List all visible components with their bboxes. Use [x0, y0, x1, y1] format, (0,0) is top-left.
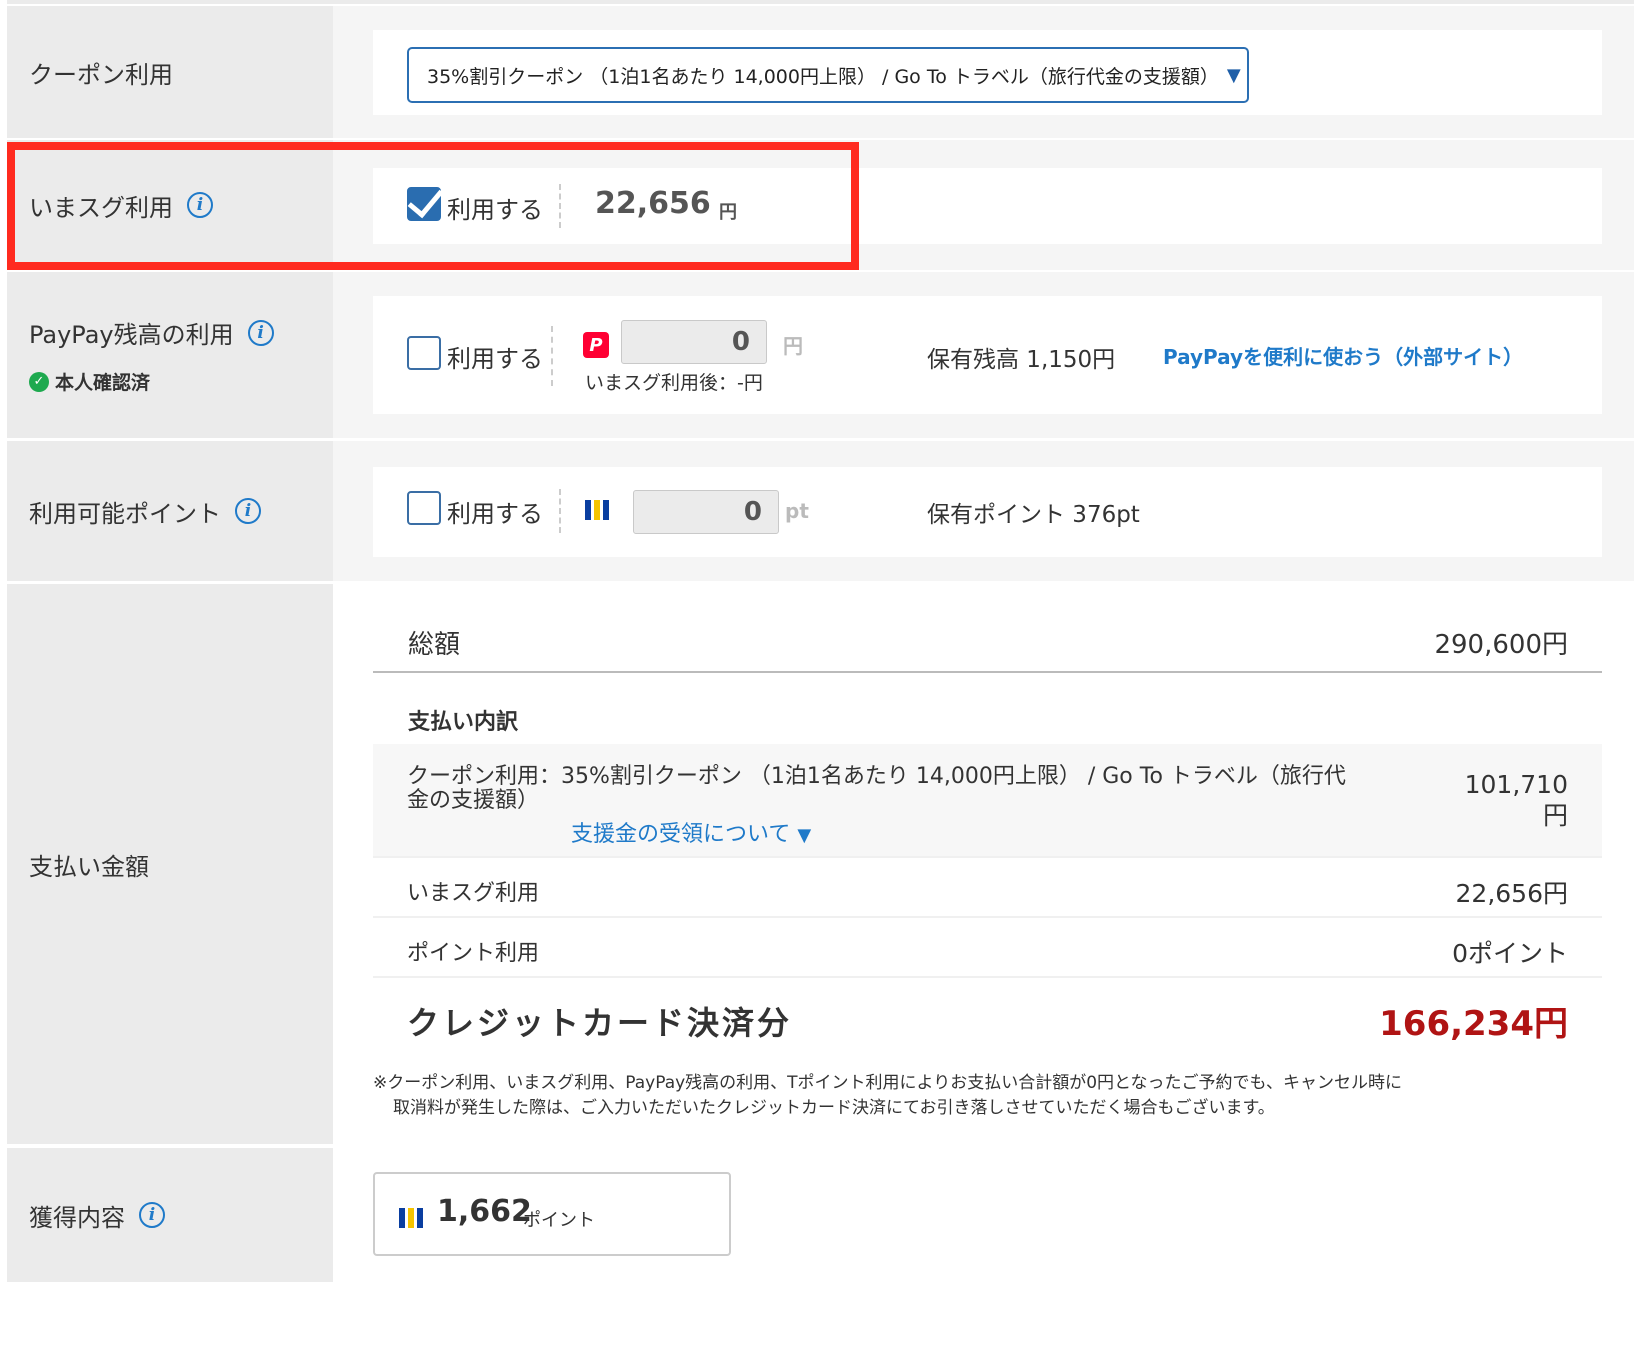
- total-divider: [373, 671, 1602, 673]
- info-icon[interactable]: i: [247, 319, 274, 346]
- payment-row: 支払い金額 総額 290,600円 支払い内訳 クーポン利用：35%割引クーポン…: [7, 584, 1634, 1144]
- point-breakdown-row: ポイント利用 0ポイント: [373, 920, 1602, 978]
- points-panel: 利用する 0 pt 保有ポイント 376pt: [373, 467, 1602, 557]
- paypay-panel: 利用する P 0 円 いまスグ利用後：-円 保有残高 1,150円 PayPay…: [373, 296, 1602, 414]
- paypay-label: PayPay残高の利用: [29, 321, 234, 349]
- points-row-label: 利用可能ポイント i: [7, 441, 333, 581]
- chevron-down-icon: ▼: [797, 825, 812, 846]
- coupon-breakdown-row: クーポン利用：35%割引クーポン （1泊1名あたり 14,000円上限） / G…: [373, 744, 1602, 858]
- payment-label: 支払い金額: [29, 852, 149, 881]
- coupon-breakdown-text-2: 金の支援額）: [407, 788, 540, 813]
- coupon-panel: 35%割引クーポン （1泊1名あたり 14,000円上限） / Go To トラ…: [373, 30, 1602, 115]
- earned-box: 1,662 ポイント: [373, 1172, 731, 1256]
- earned-unit: ポイント: [523, 1210, 595, 1231]
- coupon-breakdown-text-1: クーポン利用：35%割引クーポン （1泊1名あたり 14,000円上限） / G…: [407, 764, 1346, 789]
- imasugu-breakdown-value: 22,656円: [1455, 879, 1568, 908]
- total-value: 290,600円: [1434, 630, 1568, 660]
- highlight-annotation-box: [7, 142, 859, 270]
- coupon-select[interactable]: 35%割引クーポン （1泊1名あたり 14,000円上限） / Go To トラ…: [407, 47, 1249, 103]
- top-divider: [7, 0, 1634, 4]
- imasugu-breakdown-row: いまスグ利用 22,656円: [373, 860, 1602, 918]
- tpoint-icon: [585, 500, 609, 520]
- earned-label: 獲得内容: [29, 1203, 125, 1232]
- points-amount-input[interactable]: 0: [633, 490, 779, 534]
- coupon-label: クーポン利用: [29, 60, 173, 89]
- payment-note-1: ※クーポン利用、いまスグ利用、PayPay残高の利用、Tポイント利用によりお支払…: [373, 1073, 1403, 1093]
- points-checkbox[interactable]: [407, 491, 441, 525]
- paypay-checkbox[interactable]: [407, 336, 441, 370]
- credit-breakdown-row: クレジットカード決済分 166,234円: [373, 980, 1602, 1062]
- points-unit: pt: [785, 499, 809, 523]
- point-breakdown-label: ポイント利用: [407, 941, 540, 966]
- payment-note-2: 取消料が発生した際は、ご入力いただいたクレジットカード決済にてお引き落しさせてい…: [393, 1098, 1275, 1118]
- info-icon[interactable]: i: [235, 498, 261, 524]
- points-label: 利用可能ポイント: [29, 499, 221, 528]
- earned-row: 獲得内容 i 1,662 ポイント: [7, 1148, 1634, 1282]
- payment-row-label: 支払い金額: [7, 584, 333, 1144]
- points-holding: 保有ポイント 376pt: [927, 502, 1140, 528]
- support-info-link[interactable]: 支援金の受領について ▼: [571, 816, 811, 848]
- paypay-balance: 保有残高 1,150円: [927, 347, 1116, 373]
- coupon-selected-text: 35%割引クーポン （1泊1名あたり 14,000円上限） / Go To トラ…: [427, 65, 1219, 88]
- coupon-breakdown-value-2: 円: [1542, 801, 1568, 830]
- breakdown-title: 支払い内訳: [408, 710, 519, 735]
- paypay-unit: 円: [783, 334, 803, 358]
- info-icon[interactable]: i: [139, 1202, 165, 1228]
- tpoint-icon: [399, 1208, 423, 1228]
- points-row: 利用可能ポイント i 利用する 0 pt 保有ポイント 376pt: [7, 441, 1634, 581]
- paypay-row-label: PayPay残高の利用 i ✓ 本人確認済: [7, 272, 333, 438]
- payment-row-value: 総額 290,600円 支払い内訳 クーポン利用：35%割引クーポン （1泊1名…: [333, 584, 1634, 1144]
- points-checkbox-label[interactable]: 利用する: [447, 494, 543, 529]
- paypay-external-link[interactable]: PayPayを便利に使おう（外部サイト）: [1163, 341, 1523, 370]
- support-info-link-text[interactable]: 支援金の受領について: [571, 822, 790, 847]
- coupon-row-value: 35%割引クーポン （1泊1名あたり 14,000円上限） / Go To トラ…: [333, 6, 1634, 138]
- paypay-divider: [551, 326, 553, 386]
- paypay-after-note: いまスグ利用後：-円: [585, 372, 763, 394]
- points-row-value: 利用する 0 pt 保有ポイント 376pt: [333, 441, 1634, 581]
- paypay-amount-input[interactable]: 0: [621, 320, 767, 364]
- paypay-row: PayPay残高の利用 i ✓ 本人確認済 利用する P 0 円 いまスグ利用後…: [7, 272, 1634, 438]
- imasugu-breakdown-label: いまスグ利用: [407, 881, 540, 906]
- total-label: 総額: [408, 630, 461, 660]
- paypay-icon: P: [583, 332, 609, 358]
- coupon-row: クーポン利用 35%割引クーポン （1泊1名あたり 14,000円上限） / G…: [7, 6, 1634, 138]
- check-circle-icon: ✓: [29, 371, 49, 392]
- chevron-down-icon: ▼: [1226, 64, 1241, 86]
- point-breakdown-value: 0ポイント: [1452, 939, 1568, 968]
- coupon-row-label: クーポン利用: [7, 6, 333, 138]
- verified-label: 本人確認済: [55, 372, 151, 394]
- earned-row-label: 獲得内容 i: [7, 1148, 333, 1282]
- paypay-row-value: 利用する P 0 円 いまスグ利用後：-円 保有残高 1,150円 PayPay…: [333, 272, 1634, 438]
- coupon-breakdown-value-1: 101,710: [1464, 770, 1568, 799]
- paypay-checkbox-label[interactable]: 利用する: [447, 339, 543, 374]
- points-divider: [559, 489, 561, 533]
- credit-value: 166,234円: [1379, 1004, 1568, 1044]
- credit-label: クレジットカード決済分: [407, 1004, 793, 1042]
- earned-points: 1,662: [437, 1194, 532, 1229]
- earned-row-value: 1,662 ポイント: [333, 1148, 1634, 1282]
